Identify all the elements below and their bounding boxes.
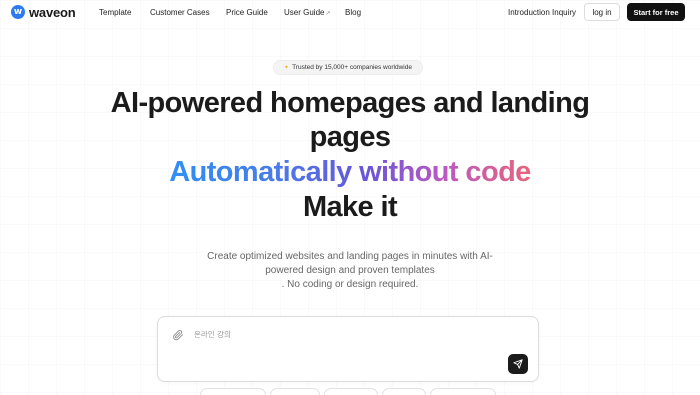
send-button[interactable] bbox=[508, 354, 528, 374]
hero-gradient-text: Automatically without code bbox=[169, 156, 531, 188]
top-nav: w waveon Template Customer Cases Price G… bbox=[0, 0, 700, 24]
suggestion-chip[interactable] bbox=[430, 388, 496, 395]
hero-title-line-3: Automatically without code bbox=[0, 155, 700, 189]
hero-title-line-1: AI-powered homepages and landing bbox=[110, 87, 590, 119]
hero-subtext-line-2: powered design and proven templates bbox=[265, 265, 435, 276]
send-icon bbox=[513, 359, 523, 369]
suggestion-chip[interactable] bbox=[270, 388, 320, 395]
nav-link-customer-cases[interactable]: Customer Cases bbox=[150, 8, 210, 17]
hero-subtext-line-1: Create optimized websites and landing pa… bbox=[207, 251, 493, 262]
nav-link-price-guide[interactable]: Price Guide bbox=[226, 8, 268, 17]
suggestion-chips bbox=[0, 388, 700, 395]
nav-link-template[interactable]: Template bbox=[99, 8, 131, 17]
nav-link-user-guide[interactable]: User Guide↗ bbox=[284, 8, 331, 17]
start-for-free-button[interactable]: Start for free bbox=[627, 3, 685, 21]
suggestion-chip[interactable] bbox=[200, 388, 266, 395]
hero-title-line-4: Make it bbox=[302, 191, 398, 223]
external-link-icon: ↗ bbox=[325, 11, 331, 17]
prompt-input[interactable] bbox=[194, 327, 494, 341]
suggestion-chip[interactable] bbox=[382, 388, 426, 395]
nav-link-user-guide-label: User Guide bbox=[284, 8, 325, 17]
nav-link-blog[interactable]: Blog bbox=[345, 8, 361, 17]
sparkle-icon: ✦ bbox=[284, 65, 290, 71]
introduction-inquiry-link[interactable]: Introduction Inquiry bbox=[508, 8, 576, 17]
hero-subtext-line-3: . No coding or design required. bbox=[281, 279, 419, 290]
hero-title-line-2: pages bbox=[309, 121, 391, 153]
logo-icon: w bbox=[11, 5, 25, 19]
paperclip-icon[interactable] bbox=[172, 328, 184, 341]
suggestion-chip[interactable] bbox=[324, 388, 378, 395]
logo[interactable]: w waveon bbox=[11, 4, 76, 20]
prompt-box bbox=[157, 316, 539, 382]
trust-badge-text: Trusted by 15,000+ companies worldwide bbox=[292, 64, 412, 71]
trust-badge: ✦ Trusted by 15,000+ companies worldwide bbox=[273, 60, 423, 75]
login-button[interactable]: log in bbox=[584, 3, 620, 21]
logo-text: waveon bbox=[29, 4, 76, 20]
